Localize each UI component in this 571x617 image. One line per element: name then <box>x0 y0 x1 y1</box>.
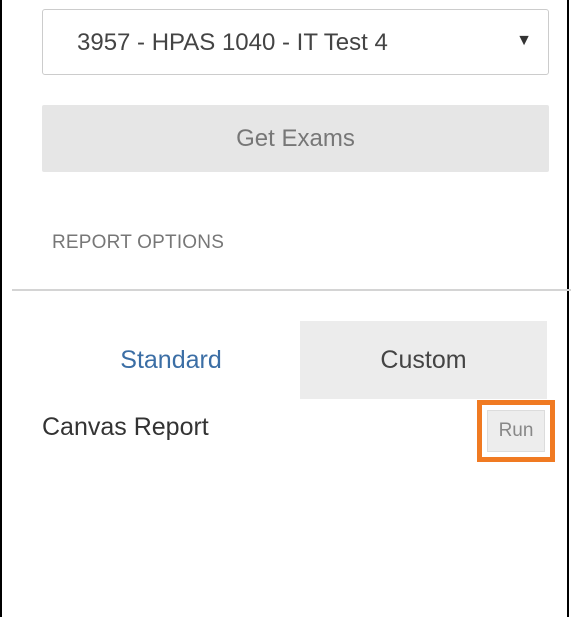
report-options-heading: REPORT OPTIONS <box>52 232 225 253</box>
triangle-down-icon: ▼ <box>516 32 532 49</box>
report-name-canvas: Canvas Report <box>42 413 209 441</box>
exam-select-value: 3957 - HPAS 1040 - IT Test 4 <box>77 29 388 56</box>
tab-standard[interactable]: Standard <box>42 321 300 399</box>
get-exams-button[interactable]: Get Exams <box>42 105 549 172</box>
exam-select-dropdown[interactable]: 3957 - HPAS 1040 - IT Test 4 ▼ <box>42 9 549 75</box>
run-button-highlight: Run <box>477 400 555 462</box>
section-divider <box>12 289 571 291</box>
report-panel: 3957 - HPAS 1040 - IT Test 4 ▼ Get Exams… <box>0 0 571 617</box>
tab-custom[interactable]: Custom <box>300 321 547 399</box>
run-button[interactable]: Run <box>487 410 545 452</box>
